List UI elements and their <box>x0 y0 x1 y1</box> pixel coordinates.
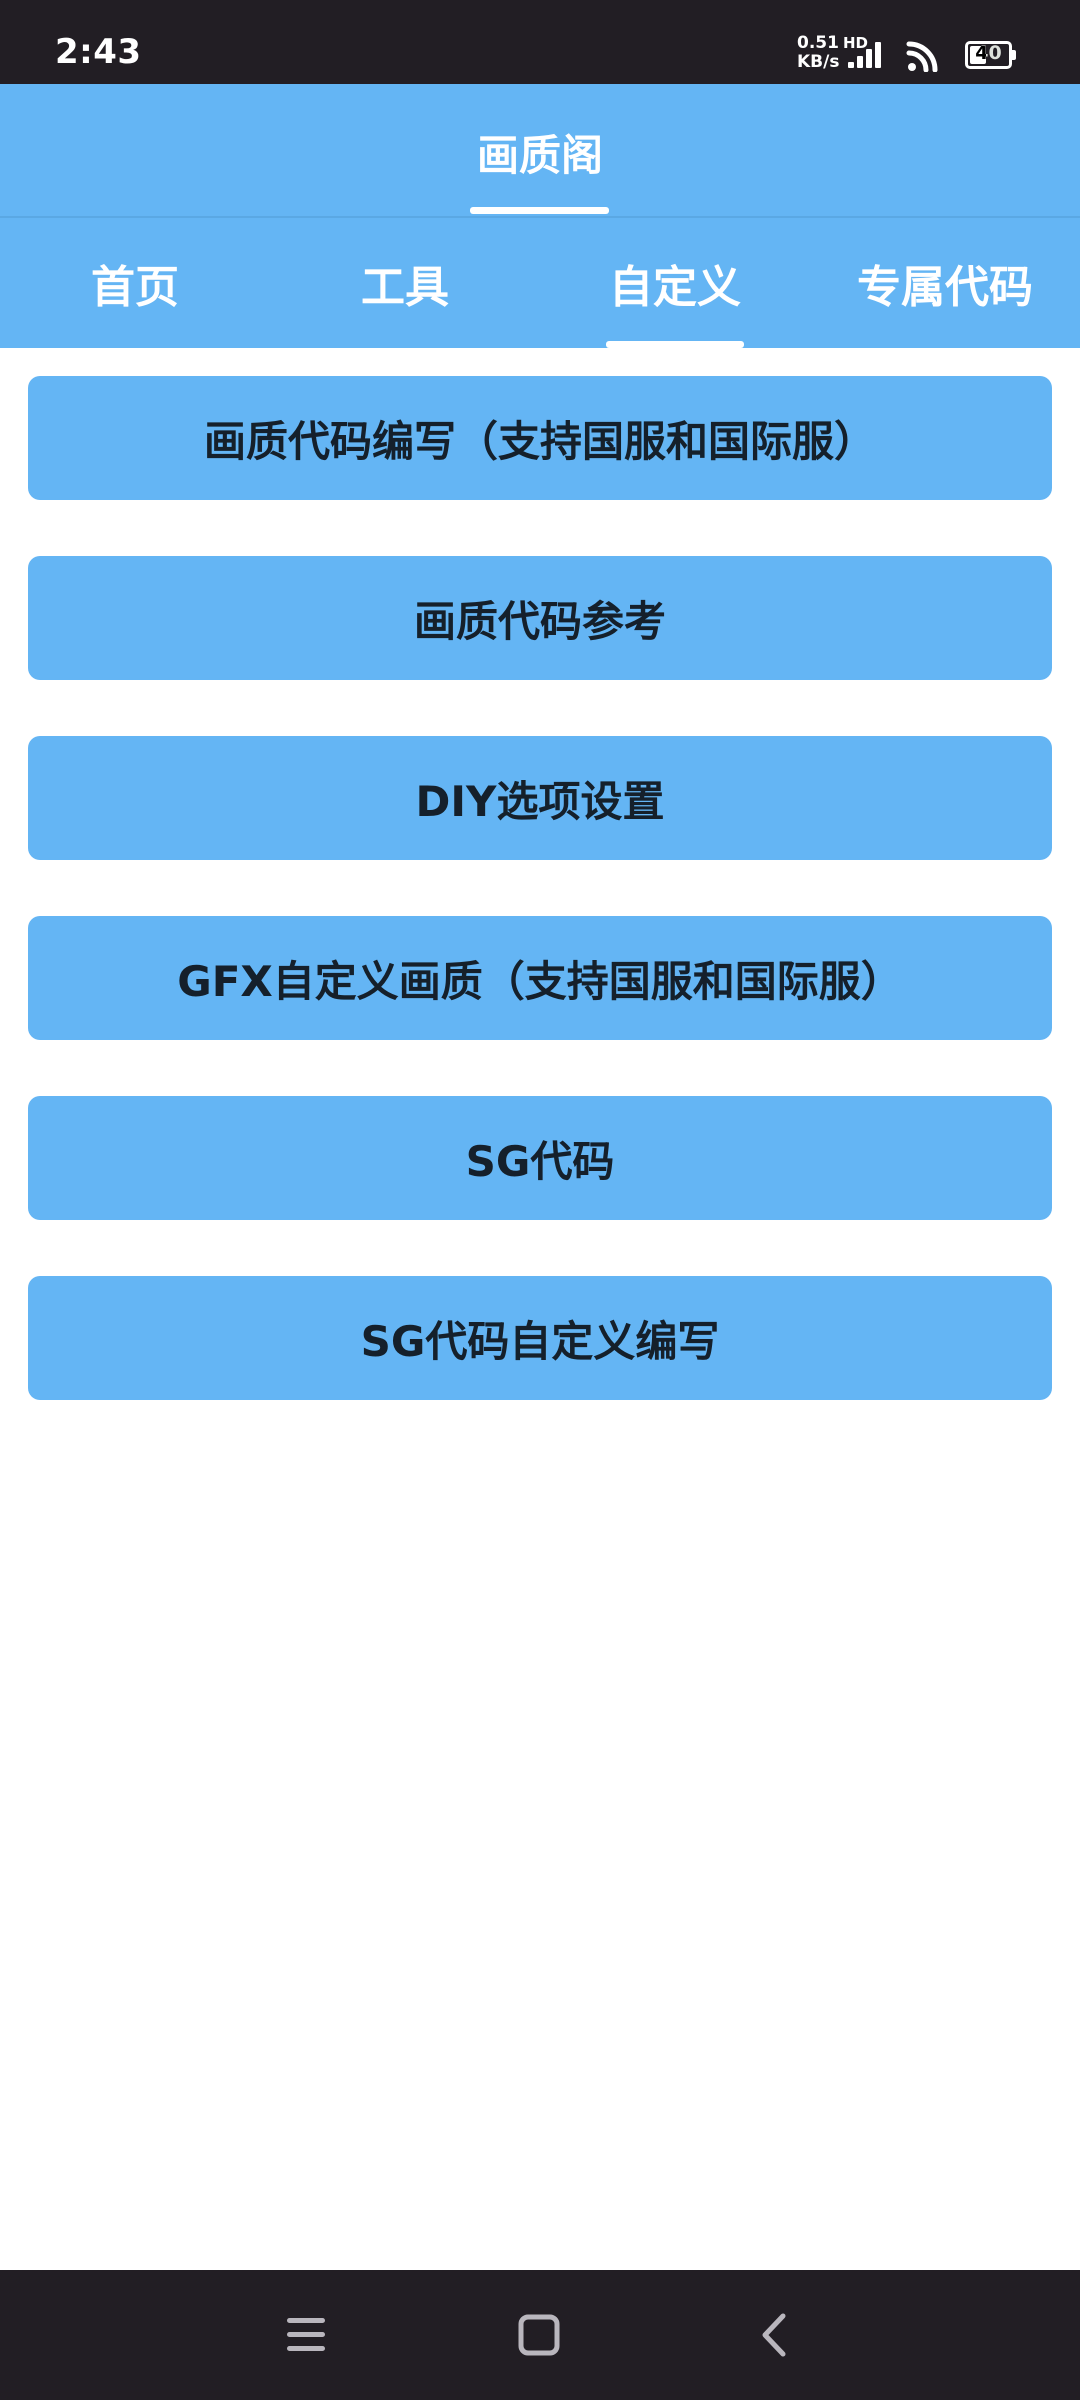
battery-tip <box>1012 50 1016 60</box>
battery-icon: 40 <box>965 41 1012 69</box>
network-speed: 0.51 KB/s <box>797 34 839 72</box>
tab-selected-indicator <box>606 341 744 348</box>
gfx-custom-quality-button[interactable]: GFX自定义画质（支持国服和国际服） <box>28 916 1052 1040</box>
app-header: 画质阁 <box>0 84 1080 218</box>
diy-options-settings-button[interactable]: DIY选项设置 <box>28 736 1052 860</box>
sg-code-custom-writing-button[interactable]: SG代码自定义编写 <box>28 1276 1052 1400</box>
tab-exclusive-code-label: 专属代码 <box>857 262 1033 313</box>
tab-bar: 首页 工具 自定义 专属代码 <box>0 218 1080 348</box>
battery-level: 40 <box>975 42 1002 64</box>
network-speed-unit: KB/s <box>797 52 840 72</box>
network-speed-value: 0.51 <box>797 33 839 53</box>
signal-icon <box>848 42 881 68</box>
status-time: 2:43 <box>55 32 142 72</box>
tab-exclusive-code[interactable]: 专属代码 <box>810 218 1080 348</box>
quality-code-reference-button[interactable]: 画质代码参考 <box>28 556 1052 680</box>
tab-home[interactable]: 首页 <box>0 218 270 348</box>
tab-custom-label: 自定义 <box>609 262 741 313</box>
menu-icon[interactable] <box>285 2312 327 2358</box>
status-bar: 2:43 0.51 KB/s HD 40 <box>0 0 1080 84</box>
wifi-icon <box>906 41 938 72</box>
menu-list: 画质代码编写（支持国服和国际服） 画质代码参考 DIY选项设置 GFX自定义画质… <box>28 376 1052 1456</box>
system-nav-bar <box>0 2270 1080 2400</box>
tab-home-label: 首页 <box>91 262 179 313</box>
app-title: 画质阁 <box>476 131 603 180</box>
back-icon[interactable] <box>757 2312 793 2358</box>
home-icon[interactable] <box>518 2312 560 2358</box>
title-underline <box>470 207 609 214</box>
tab-tools[interactable]: 工具 <box>270 218 540 348</box>
tab-tools-label: 工具 <box>361 262 449 313</box>
sg-code-button[interactable]: SG代码 <box>28 1096 1052 1220</box>
quality-code-writing-button[interactable]: 画质代码编写（支持国服和国际服） <box>28 376 1052 500</box>
tab-custom[interactable]: 自定义 <box>540 218 810 348</box>
